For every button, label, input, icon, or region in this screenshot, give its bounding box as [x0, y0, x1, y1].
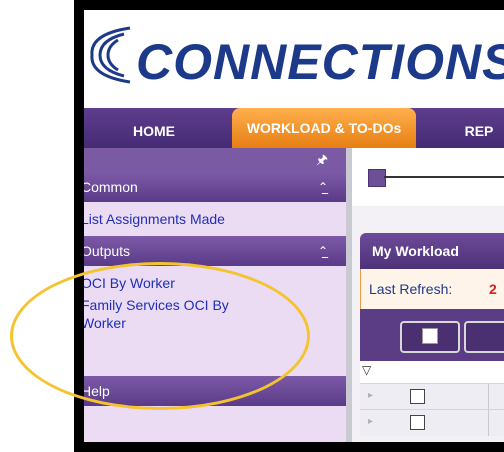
link-family-services-oci[interactable]: Family Services OCI By	[84, 296, 229, 314]
slider-handle[interactable]	[368, 169, 386, 187]
connections-logo-icon	[90, 26, 131, 84]
screen-frame: CONNECTIONS HOME WORKLOAD & TO-DOs REP 🖈…	[74, 0, 504, 452]
table-row[interactable]: ▸	[360, 409, 504, 436]
toolbar-button[interactable]	[464, 321, 504, 353]
filter-row[interactable]: ▽	[360, 361, 504, 383]
row-checkbox[interactable]	[410, 415, 425, 430]
tab-workload-todos[interactable]: WORKLOAD & TO-DOs	[232, 108, 416, 148]
app-window: CONNECTIONS HOME WORKLOAD & TO-DOs REP 🖈…	[84, 10, 504, 442]
chevron-up-double-icon[interactable]: ⌃̲	[318, 172, 328, 202]
column-divider	[488, 410, 489, 436]
chevron-up-double-icon[interactable]: ⌃̲	[318, 236, 328, 266]
table-row[interactable]: ▸	[360, 383, 504, 410]
checkbox-icon	[422, 328, 438, 344]
main-nav: HOME WORKLOAD & TO-DOs REP	[84, 108, 504, 148]
section-header-common[interactable]: Common ⌃̲	[84, 172, 346, 202]
workload-header: My Workload	[360, 233, 504, 269]
section-header-outputs[interactable]: Outputs ⌃̲	[84, 236, 346, 266]
main-content: My Workload Last Refresh: 2 ▽ ▸ ▸	[352, 148, 504, 442]
filter-icon[interactable]: ▽	[362, 363, 371, 377]
grid-toolbar	[360, 309, 504, 361]
refresh-value: 2	[489, 281, 497, 297]
app-header: CONNECTIONS	[84, 10, 504, 108]
workload-title: My Workload	[372, 243, 459, 259]
select-all-button[interactable]	[400, 321, 460, 353]
section-label: Outputs	[84, 243, 131, 259]
link-list-assignments-made[interactable]: List Assignments Made	[84, 210, 225, 228]
link-oci-by-worker[interactable]: OCI By Worker	[84, 274, 175, 292]
left-sidebar: 🖈︎ Common ⌃̲ List Assignments Made Outpu…	[84, 148, 346, 442]
column-divider	[488, 384, 489, 410]
row-expand-icon[interactable]: ▸	[368, 416, 373, 427]
section-label: Help	[84, 383, 110, 399]
row-expand-icon[interactable]: ▸	[368, 390, 373, 401]
tab-reports[interactable]: REP	[434, 112, 504, 148]
slider-area	[352, 148, 504, 206]
refresh-label: Last Refresh:	[369, 281, 453, 297]
section-header-help[interactable]: Help	[84, 376, 346, 406]
refresh-bar: Last Refresh: 2	[360, 269, 504, 309]
link-family-services-oci-cont[interactable]: Worker	[84, 314, 126, 332]
pin-icon[interactable]: 🖈︎	[316, 151, 328, 173]
tab-home[interactable]: HOME	[84, 112, 224, 148]
row-checkbox[interactable]	[410, 389, 425, 404]
section-label: Common	[84, 179, 138, 195]
slider-track[interactable]	[384, 176, 504, 178]
app-title: CONNECTIONS	[136, 34, 504, 90]
sidebar-toolbar: 🖈︎	[84, 148, 346, 172]
